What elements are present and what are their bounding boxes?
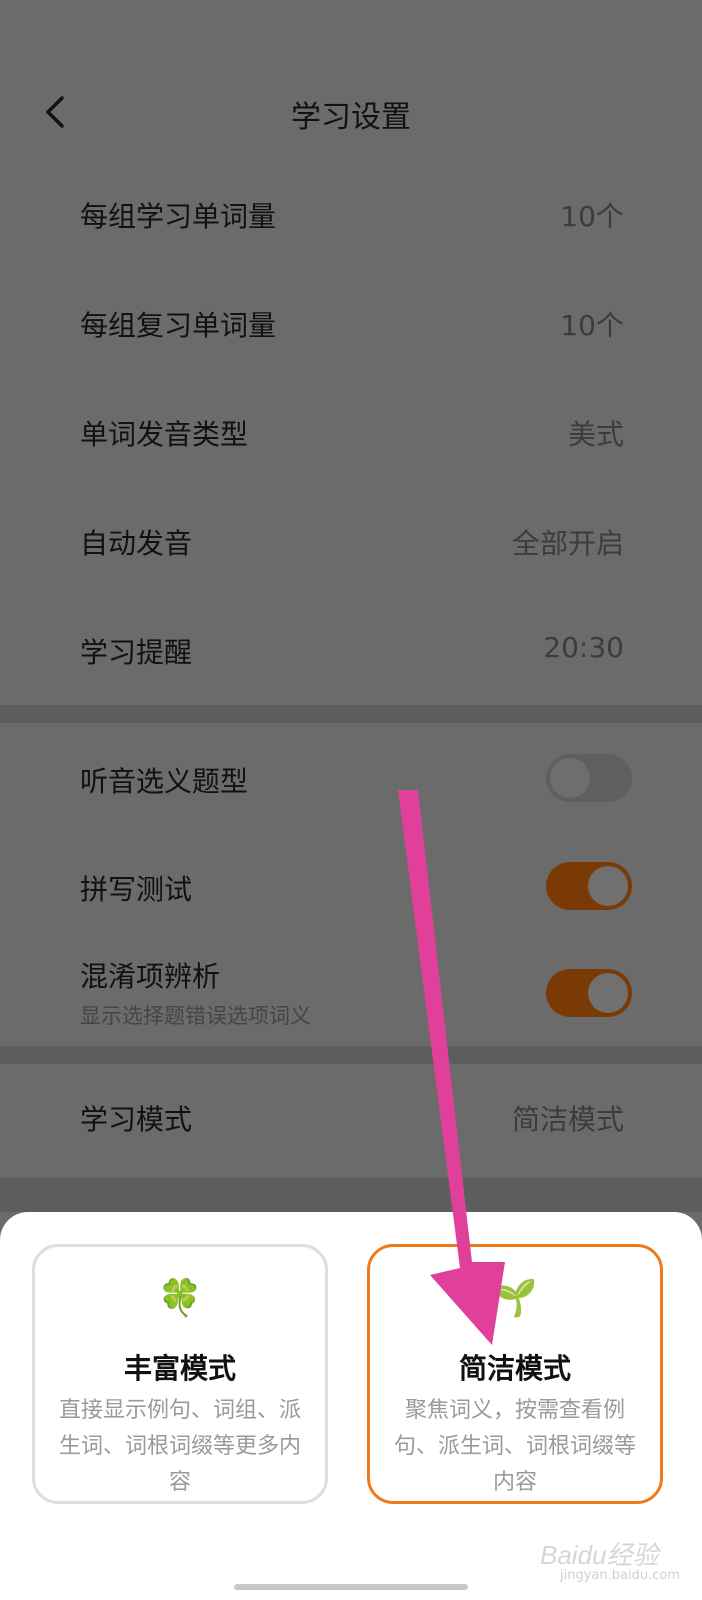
app-header: 学习设置 — [0, 70, 702, 155]
home-indicator — [234, 1584, 468, 1590]
rich-mode-card[interactable]: 🍀 丰富模式 直接显示例句、词组、派生词、词根词缀等更多内容 — [32, 1244, 328, 1504]
setting-value: 全部开启 — [511, 527, 624, 560]
setting-value: 美式 — [567, 418, 624, 451]
watermark-url: jingyan.baidu.com — [560, 1568, 680, 1583]
confusion-analysis-toggle[interactable] — [546, 969, 632, 1017]
page-title: 学习设置 — [291, 100, 411, 135]
setting-value: 简洁模式 — [511, 1103, 624, 1136]
setting-label: 每组学习单词量 — [80, 200, 277, 233]
setting-row-spelling-test: 拼写测试 — [0, 848, 702, 928]
section-divider — [0, 1046, 702, 1064]
section-divider — [0, 1178, 702, 1212]
card-title: 丰富模式 — [123, 1352, 236, 1385]
watermark-logo: Baidu经验 — [540, 1540, 659, 1570]
toggle-knob — [588, 973, 628, 1013]
setting-value: 10个 — [560, 200, 624, 233]
clover-icon: 🍀 — [157, 1278, 203, 1319]
card-description: 直接显示例句、词组、派生词、词根词缀等更多内容 — [58, 1398, 301, 1495]
setting-row-study-mode[interactable]: 学习模式 简洁模式 — [0, 1082, 702, 1162]
toggle-knob — [550, 758, 590, 798]
spelling-test-toggle[interactable] — [546, 862, 632, 910]
simple-mode-card[interactable]: 🌱 简洁模式 聚焦词义，按需查看例句、派生词、词根词缀等内容 — [367, 1244, 663, 1504]
seedling-icon: 🌱 — [492, 1278, 538, 1319]
toggle-knob — [588, 866, 628, 906]
setting-row-study-count[interactable]: 每组学习单词量 10个 — [0, 185, 702, 265]
listen-choose-toggle[interactable] — [546, 754, 632, 802]
setting-label: 混淆项辨析 — [80, 960, 221, 993]
setting-label: 听音选义题型 — [80, 765, 249, 798]
setting-label: 学习提醒 — [80, 636, 193, 669]
setting-sublabel: 显示选择题错误选项词义 — [80, 1004, 311, 1028]
setting-label: 拼写测试 — [80, 873, 193, 906]
setting-value: 10个 — [560, 309, 624, 342]
setting-row-review-count[interactable]: 每组复习单词量 10个 — [0, 294, 702, 374]
setting-value: 20:30 — [543, 631, 624, 664]
setting-label: 每组复习单词量 — [80, 309, 277, 342]
setting-row-auto-pronounce[interactable]: 自动发音 全部开启 — [0, 512, 702, 592]
setting-label: 学习模式 — [80, 1103, 193, 1136]
card-title: 简洁模式 — [458, 1352, 571, 1385]
card-description: 聚焦词义，按需查看例句、派生词、词根词缀等内容 — [393, 1398, 636, 1495]
setting-label: 单词发音类型 — [80, 418, 249, 451]
setting-label: 自动发音 — [80, 527, 193, 560]
setting-row-pronunciation-type[interactable]: 单词发音类型 美式 — [0, 403, 702, 483]
setting-row-reminder[interactable]: 学习提醒 20:30 — [0, 621, 702, 701]
setting-row-listen-choose: 听音选义题型 — [0, 740, 702, 820]
section-divider — [0, 705, 702, 723]
setting-row-confusion-analysis: 混淆项辨析 显示选择题错误选项词义 — [0, 955, 702, 1035]
